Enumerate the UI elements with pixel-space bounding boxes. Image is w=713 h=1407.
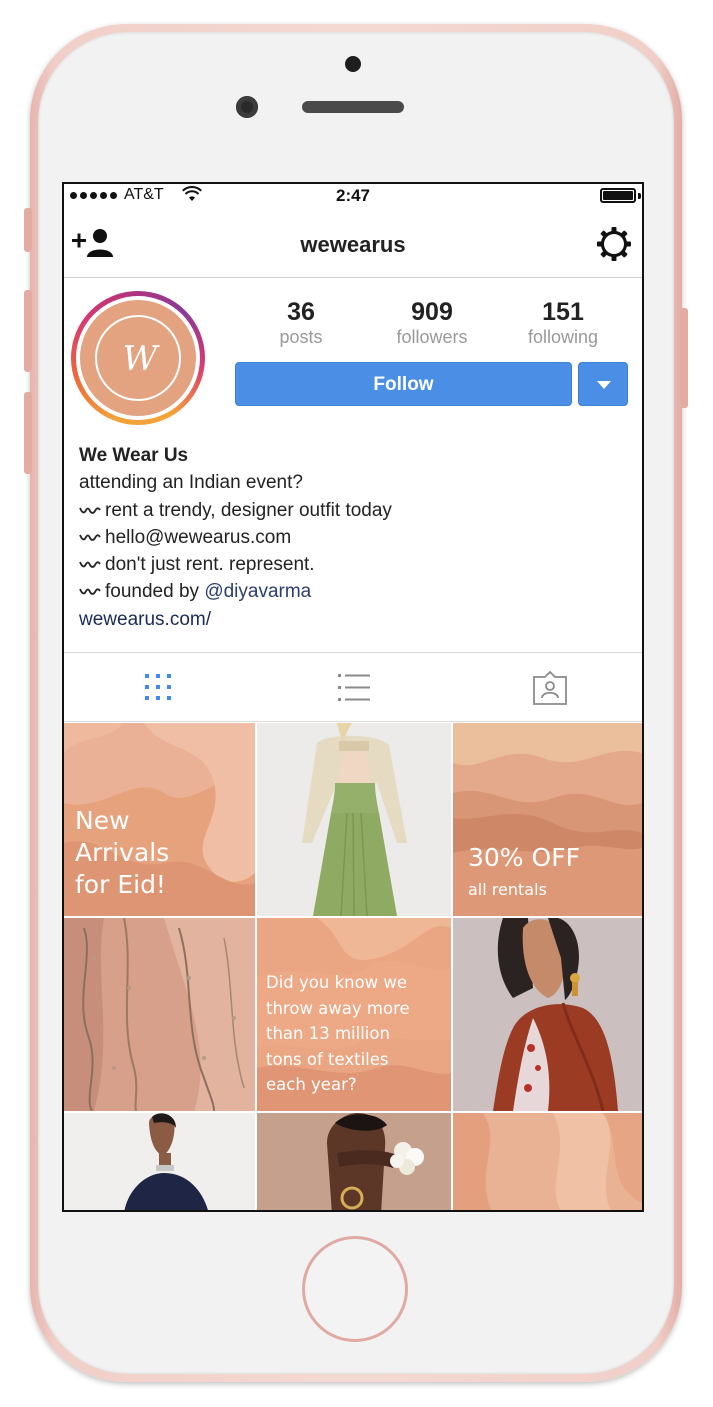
bio-line: founded by @diyavarma: [79, 578, 629, 605]
front-camera: [236, 96, 258, 118]
wave-icon: [79, 561, 101, 569]
tile-caption-line: tons of textiles: [266, 1049, 389, 1069]
bio-line: hello@wewearus.com: [79, 524, 629, 551]
chevron-down-icon: [597, 381, 611, 389]
wave-icon: [79, 588, 101, 596]
tile-caption-line: New: [75, 806, 130, 835]
home-button[interactable]: [302, 1236, 408, 1342]
profile-bio: We Wear Us attending an Indian event? re…: [79, 442, 629, 633]
posts-label: posts: [279, 327, 323, 347]
avatar-logo: W: [95, 315, 181, 401]
wave-icon: [79, 534, 101, 541]
post-tile-embroidery-closeup[interactable]: [64, 918, 255, 1111]
proximity-sensor: [345, 56, 361, 72]
bio-text: don't just rent. represent.: [105, 554, 315, 576]
profile-tab-bar: [64, 652, 642, 722]
followers-count: 909: [411, 298, 453, 326]
stat-followers[interactable]: 909 followers: [367, 298, 497, 348]
tile-caption: Did you know we throw away more than 13 …: [266, 970, 446, 1098]
post-tile-textile-fact[interactable]: Did you know we throw away more than 13 …: [257, 918, 451, 1111]
post-tile-30-off[interactable]: 30% OFF all rentals: [453, 723, 642, 916]
avatar-logo-letter: W: [122, 339, 158, 379]
top-nav-bar: wewearus: [64, 212, 642, 278]
status-bar: AT&T 2:47: [64, 184, 642, 208]
post-tile-rust-saree-photo[interactable]: [453, 918, 642, 1111]
tile-caption: 30% OFF: [468, 843, 580, 872]
follow-button[interactable]: Follow: [235, 362, 572, 406]
bio-line: attending an Indian event?: [79, 472, 303, 494]
gear-icon[interactable]: [596, 226, 632, 262]
power-button: [680, 308, 688, 408]
bio-line: don't just rent. represent.: [79, 551, 629, 578]
volume-down-button: [24, 392, 32, 474]
velvet-portrait-photo: [64, 1113, 255, 1210]
post-tile-abstract-art[interactable]: [453, 1113, 642, 1210]
abstract-wave-art: [453, 1113, 642, 1210]
wave-icon: [79, 506, 101, 514]
tile-subcaption: all rentals: [468, 880, 547, 899]
followers-label: followers: [396, 327, 468, 347]
bio-line: rent a trendy, designer outfit today: [79, 497, 629, 524]
battery-icon: [600, 188, 636, 203]
website-link[interactable]: wewearus.com/: [79, 606, 629, 633]
following-label: following: [527, 327, 599, 347]
grid-icon[interactable]: [140, 671, 176, 705]
tile-caption: New Arrivals for Eid!: [75, 805, 169, 901]
tile-caption-line: than 13 million: [266, 1024, 390, 1043]
stat-following[interactable]: 151 following: [498, 298, 628, 348]
post-tile-velvet-blouse-photo[interactable]: [64, 1113, 255, 1210]
saree-portrait-photo: [453, 918, 642, 1111]
tile-caption-line: for Eid!: [75, 870, 166, 899]
tile-caption-line: Did you know we: [266, 973, 408, 992]
post-tile-flower-portrait-photo[interactable]: [257, 1113, 451, 1210]
app-screen: AT&T 2:47 wewearus W 36 posts 909 follow…: [62, 182, 644, 1212]
lehenga-photo: [257, 723, 451, 916]
posts-count: 36: [287, 298, 315, 326]
page-title: wewearus: [300, 232, 406, 257]
bio-email: hello@wewearus.com: [105, 526, 292, 548]
bio-text: founded by: [105, 581, 205, 603]
volume-up-button: [24, 290, 32, 372]
tagged-photos-icon[interactable]: [532, 671, 568, 705]
earpiece-speaker: [302, 101, 404, 113]
tile-caption-line: Arrivals: [75, 838, 170, 867]
suggested-accounts-button[interactable]: [578, 362, 628, 406]
post-grid: New Arrivals for Eid! 30% OFF all rental…: [64, 723, 642, 1210]
embroidery-photo: [64, 918, 255, 1111]
following-count: 151: [542, 298, 584, 326]
founder-mention-link[interactable]: @diyavarma: [204, 581, 311, 602]
tile-caption-line: throw away more: [266, 998, 410, 1018]
tile-caption-line: each year?: [266, 1075, 357, 1094]
mute-switch: [24, 208, 32, 252]
display-name: We Wear Us: [79, 445, 189, 466]
story-ring[interactable]: W: [71, 291, 205, 425]
status-time: 2:47: [335, 186, 371, 205]
post-tile-green-lehenga-photo[interactable]: [257, 723, 451, 916]
post-tile-new-arrivals[interactable]: New Arrivals for Eid!: [64, 723, 255, 916]
bio-text: rent a trendy, designer outfit today: [105, 499, 392, 521]
avatar: W: [80, 300, 196, 416]
flower-portrait-photo: [257, 1113, 451, 1210]
battery-tip: [638, 193, 641, 199]
list-icon[interactable]: [336, 671, 372, 705]
stat-posts[interactable]: 36 posts: [236, 298, 366, 348]
